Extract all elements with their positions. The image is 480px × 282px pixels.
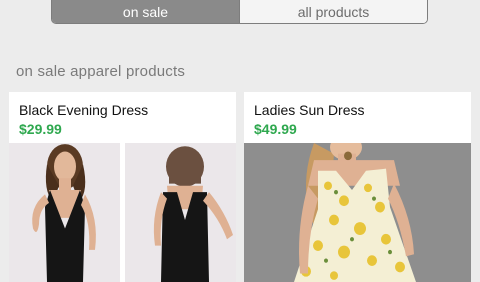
product-image-back [125, 143, 236, 282]
product-image-sun-dress [244, 143, 471, 282]
product-card-ladies-sun-dress[interactable]: Ladies Sun Dress $49.99 [244, 92, 471, 282]
product-name: Ladies Sun Dress [254, 102, 365, 118]
tab-all-products[interactable]: all products [239, 0, 427, 23]
filter-segmented-control: on sale all products [51, 0, 428, 24]
section-title: on sale apparel products [16, 63, 186, 80]
product-card-black-evening-dress[interactable]: Black Evening Dress $29.99 [9, 92, 236, 282]
tab-on-sale[interactable]: on sale [52, 0, 239, 23]
product-price: $49.99 [254, 121, 297, 137]
product-image-front [9, 143, 120, 282]
product-price: $29.99 [19, 121, 62, 137]
product-name: Black Evening Dress [19, 102, 149, 118]
